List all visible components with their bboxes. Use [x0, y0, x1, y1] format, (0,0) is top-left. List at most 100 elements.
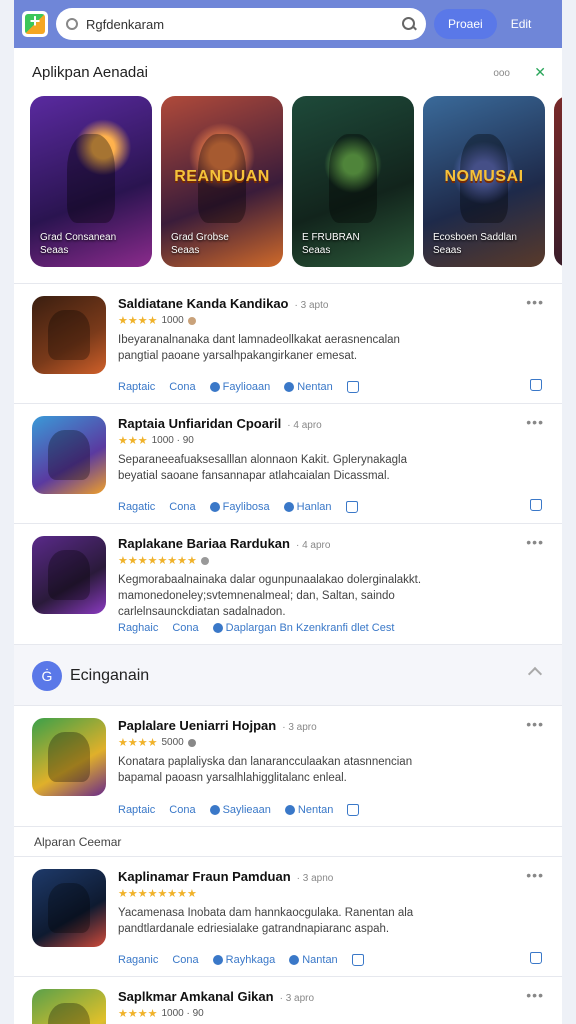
- thumb-up-icon[interactable]: [530, 499, 542, 511]
- app-actions: Raghaic Cona Daplargan Bn Kzenkranfi dle…: [118, 622, 394, 634]
- app-icon[interactable]: [32, 296, 106, 374]
- app-list-item[interactable]: Raplakane Bariaa Rardukan · 4 apro ★★★★★★…: [14, 523, 562, 644]
- app-actions: Raganic Cona Rayhkaga Nantan: [118, 954, 364, 966]
- app-rating: ★★★★★★★★: [118, 887, 197, 900]
- rating-count: 1000 · 90: [161, 1008, 204, 1019]
- app-icon[interactable]: [32, 718, 106, 796]
- featured-card[interactable]: [554, 96, 562, 267]
- thumb-up-icon[interactable]: [530, 379, 542, 391]
- app-name[interactable]: Saplkmar Amkanal Gikan · 3 apro: [118, 989, 314, 1004]
- search-icon[interactable]: [402, 17, 416, 31]
- action-link[interactable]: Raghaic: [118, 622, 158, 634]
- link-icon: [284, 382, 295, 392]
- subsection-title: Alparan Ceemar: [34, 835, 122, 849]
- app-actions: Ragatic Cona Faylibosa Hanlan: [118, 501, 358, 513]
- featured-title: Aplikpan Aenadai: [32, 64, 148, 81]
- action-link[interactable]: Cona: [169, 804, 195, 816]
- app-actions: Raptaic Cona Faylioaan Nentan: [118, 381, 359, 393]
- featured-card[interactable]: E FRUBRAN Seaas: [292, 96, 414, 267]
- like-icon[interactable]: [351, 954, 364, 966]
- app-name[interactable]: Kaplinamar Fraun Pamduan · 3 apno: [118, 869, 333, 884]
- share-icon: [209, 382, 220, 392]
- main-panel: Aplikpan Aenadai ooo ✕ Grad Consanean Se…: [14, 48, 562, 1024]
- section-header[interactable]: Ġ Ecinganain: [14, 644, 562, 706]
- link-icon: [289, 955, 300, 965]
- app-rating: ★★★★ 5000: [118, 736, 196, 749]
- star-rating: ★★★: [118, 435, 148, 447]
- search-bar[interactable]: [56, 8, 426, 40]
- share-icon: [212, 623, 223, 633]
- app-description: Konatara paplaliyska dan lanarancculaaka…: [118, 756, 413, 784]
- app-name[interactable]: Paplalare Ueniarri Hojpan · 3 apro: [118, 718, 317, 733]
- app-name[interactable]: Raptaia Unfiaridan Cpoaril · 4 apro: [118, 416, 322, 431]
- card-caption: E FRUBRAN Seaas: [302, 232, 360, 256]
- app-icon[interactable]: [32, 869, 106, 947]
- app-tag: · 3 apno: [296, 873, 334, 884]
- section-icon: Ġ: [32, 661, 62, 691]
- app-rating: ★★★★★★★★: [118, 554, 209, 567]
- action-link[interactable]: Cona: [172, 954, 198, 966]
- primary-button[interactable]: Proaei: [434, 9, 497, 39]
- featured-carousel[interactable]: Grad Consanean Seaas REANDUAN Grad Grobs…: [30, 96, 562, 271]
- action-link[interactable]: Ragatic: [118, 501, 155, 513]
- action-link[interactable]: Nentan: [284, 381, 333, 393]
- like-icon[interactable]: [346, 381, 359, 393]
- action-link[interactable]: Faylibosa: [209, 501, 270, 513]
- app-description: Kegmorabaalnainaka dalar ogunpunaalakao …: [118, 574, 422, 618]
- action-link[interactable]: Cona: [172, 622, 198, 634]
- action-link[interactable]: Rayhkaga: [212, 954, 275, 966]
- like-icon[interactable]: [347, 804, 360, 816]
- app-tag: · 4 apro: [295, 540, 331, 551]
- app-icon[interactable]: [32, 416, 106, 494]
- app-icon[interactable]: [32, 989, 106, 1024]
- link-icon: [284, 805, 295, 815]
- action-link[interactable]: Nantan: [289, 954, 338, 966]
- featured-more-link[interactable]: ooo: [493, 68, 510, 79]
- app-name[interactable]: Saldiatane Kanda Kandikao · 3 apto: [118, 296, 328, 311]
- close-icon[interactable]: ✕: [534, 64, 546, 81]
- action-link[interactable]: Saylieaan: [209, 804, 271, 816]
- action-link[interactable]: Cona: [169, 501, 195, 513]
- more-options-icon[interactable]: •••: [526, 867, 544, 883]
- more-options-icon[interactable]: •••: [526, 716, 544, 732]
- action-link[interactable]: Faylioaan: [209, 381, 270, 393]
- account-icon: [66, 18, 78, 30]
- action-link[interactable]: Nentan: [284, 804, 333, 816]
- like-icon[interactable]: [345, 501, 358, 513]
- action-link[interactable]: Raptaic: [118, 804, 155, 816]
- card-caption: Grad Grobse Seaas: [171, 232, 229, 256]
- edit-link[interactable]: Edit: [511, 17, 532, 31]
- app-logo[interactable]: [22, 11, 48, 37]
- search-input[interactable]: [86, 16, 394, 32]
- app-list-item[interactable]: Raptaia Unfiaridan Cpoaril · 4 apro ★★★ 10…: [14, 403, 562, 523]
- app-list-item[interactable]: Paplalare Ueniarri Hojpan · 3 apro ★★★★ 50…: [14, 706, 562, 826]
- app-rating: ★★★ 1000 · 90: [118, 434, 194, 447]
- featured-card[interactable]: NOMUSAI Ecosboen Saddlan Seaas: [423, 96, 545, 267]
- more-options-icon[interactable]: •••: [526, 414, 544, 430]
- app-icon[interactable]: [32, 536, 106, 614]
- more-options-icon[interactable]: •••: [526, 534, 544, 550]
- action-link[interactable]: Daplargan Bn Kzenkranfi dlet Cest: [212, 622, 394, 634]
- app-list-item[interactable]: Saplkmar Amkanal Gikan · 3 apro ★★★★ 1000 …: [14, 976, 562, 1024]
- card-banner: NOMUSAI: [444, 168, 524, 185]
- featured-card[interactable]: Grad Consanean Seaas: [30, 96, 152, 267]
- app-name[interactable]: Raplakane Bariaa Rardukan · 4 apro: [118, 536, 330, 551]
- chevron-up-icon[interactable]: [527, 666, 543, 682]
- app-list-item[interactable]: Saldiatane Kanda Kandikao · 3 apto ★★★★ 10…: [14, 283, 562, 403]
- app-tag: · 3 apto: [294, 300, 329, 311]
- thumb-up-icon[interactable]: [530, 952, 542, 964]
- action-link[interactable]: Raganic: [118, 954, 158, 966]
- action-link[interactable]: Raptaic: [118, 381, 155, 393]
- app-list-item[interactable]: Kaplinamar Fraun Pamduan · 3 apno ★★★★★★★…: [14, 856, 562, 976]
- featured-card[interactable]: REANDUAN Grad Grobse Seaas: [161, 96, 283, 267]
- more-options-icon[interactable]: •••: [526, 294, 544, 310]
- star-rating: ★★★★: [118, 737, 158, 749]
- app-actions: Raptaic Cona Saylieaan Nentan: [118, 804, 360, 816]
- app-tag: · 3 apro: [279, 993, 315, 1004]
- more-options-icon[interactable]: •••: [526, 987, 544, 1003]
- star-rating: ★★★★★★★★: [118, 555, 197, 567]
- action-link[interactable]: Cona: [169, 381, 195, 393]
- subsection-header: Alparan Ceemar: [14, 826, 562, 854]
- link-icon: [283, 502, 294, 512]
- action-link[interactable]: Hanlan: [283, 501, 332, 513]
